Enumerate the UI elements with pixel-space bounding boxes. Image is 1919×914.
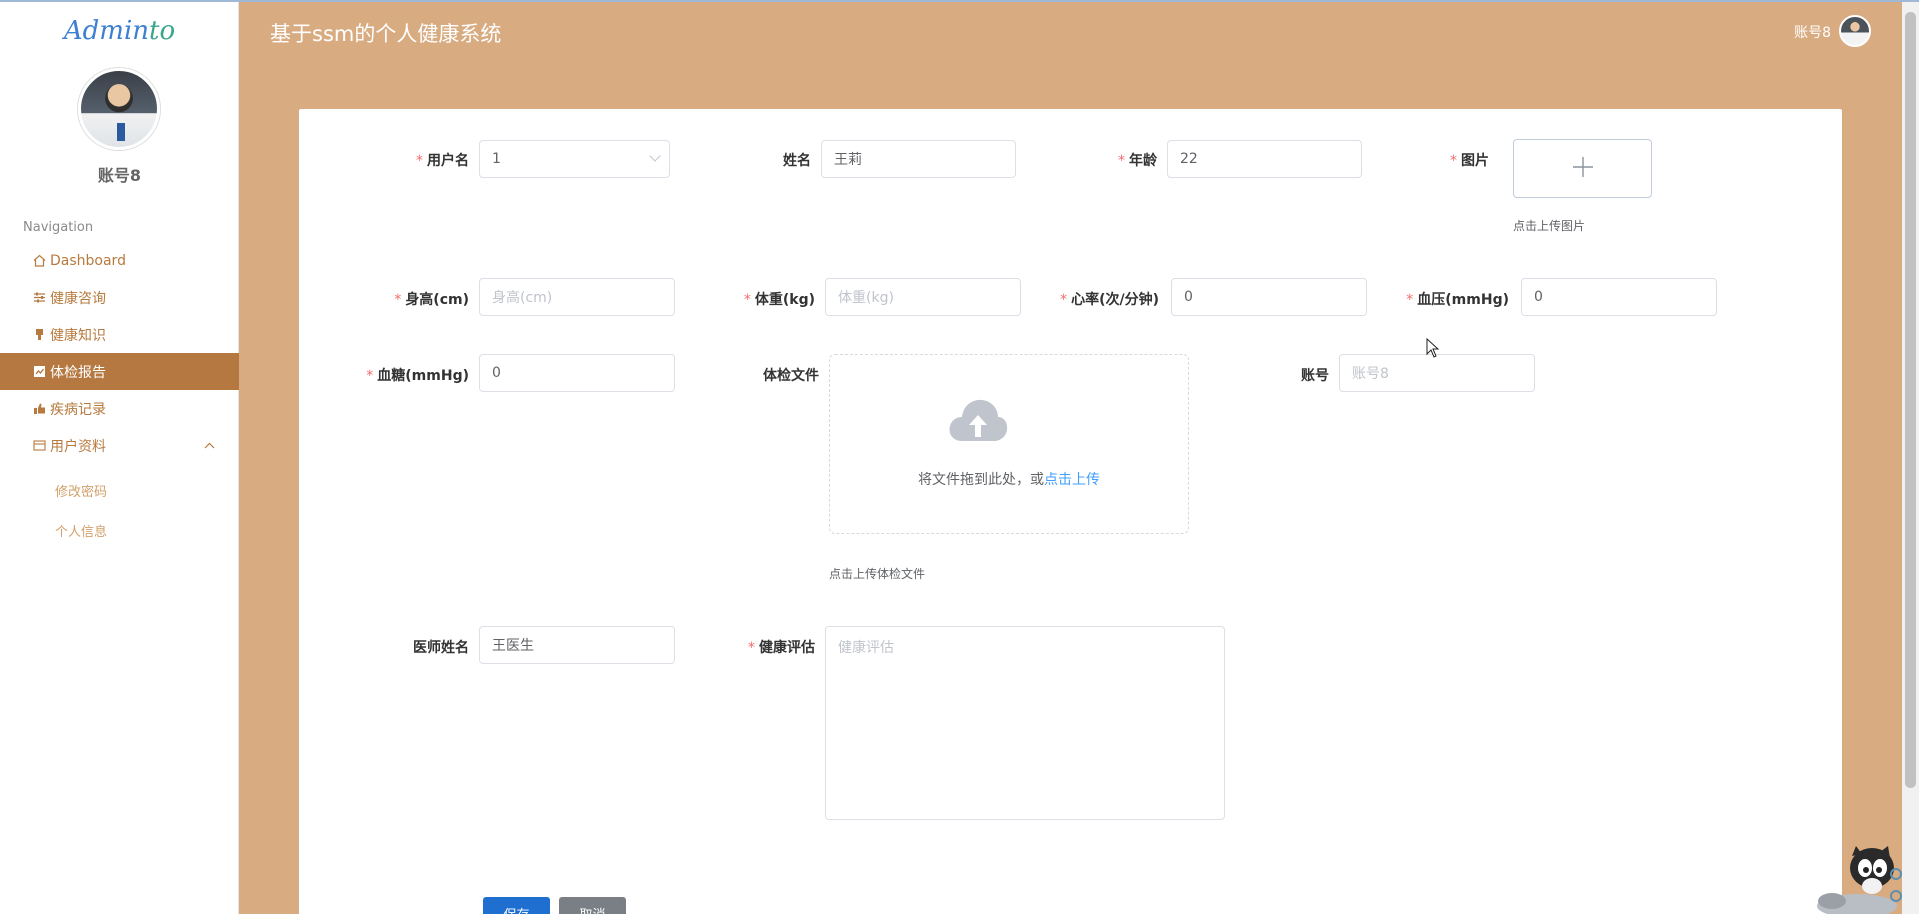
evaluation-textarea[interactable]: 健康评估 [825,626,1225,820]
thumb-icon [32,402,46,416]
header-username[interactable]: 账号8 [1794,22,1831,42]
sidebar-username: 账号8 [97,166,142,185]
height-placeholder: 身高(cm) [492,290,553,306]
name-value: 王莉 [834,152,862,168]
brand-logo[interactable]: Adminto [0,16,239,46]
heart-rate-label: * 心率(次/分钟) [1060,292,1159,308]
top-border [0,0,1919,2]
username-select[interactable]: 1 [479,140,670,178]
evaluation-placeholder: 健康评估 [838,640,894,656]
blood-pressure-label: * 血压(mmHg) [1406,292,1509,308]
sidebar-item-health-knowledge[interactable]: 健康知识 [0,316,239,353]
nav-title: Navigation [23,220,94,235]
heart-rate-value: 0 [1184,289,1193,305]
sliders-icon [32,291,46,305]
sidebar-item-label: 体检报告 [50,364,106,381]
weight-placeholder: 体重(kg) [838,290,894,306]
sidebar-item-health-consult[interactable]: 健康咨询 [0,279,239,316]
sidebar-item-label: 疾病记录 [50,401,106,418]
sidebar-item-label: 用户资料 [50,438,106,455]
file-upload-link[interactable]: 点击上传 [1044,472,1100,488]
account-label: 账号 [1301,368,1329,384]
cloud-upload-icon [948,397,1008,443]
doctor-input[interactable]: 王医生 [479,626,675,664]
evaluation-label: * 健康评估 [748,640,815,656]
image-upload-tip: 点击上传图片 [1513,219,1586,233]
cancel-button[interactable]: 取消 [559,897,626,914]
chevron-up-icon [204,439,215,452]
username-value: 1 [492,151,501,167]
mouse-cursor-icon [1426,337,1440,362]
exam-file-label: 体检文件 [763,368,819,384]
weight-label: * 体重(kg) [743,292,815,308]
save-button[interactable]: 保存 [483,897,550,914]
avatar[interactable] [78,68,160,150]
sidebar-subitem-change-password[interactable]: 修改密码 [0,470,239,510]
plus-icon [1572,151,1594,186]
blood-pressure-value: 0 [1534,289,1543,305]
marker-icon [32,328,46,342]
sidebar-item-disease-record[interactable]: 疾病记录 [0,390,239,427]
brand-part2: to [149,16,176,46]
username-label: * 用户名 [416,153,469,169]
page-scrollbar[interactable] [1902,0,1919,914]
card-icon [32,439,46,453]
sidebar-nav: Dashboard 健康咨询 健康知识 体检报告 疾病记录 用户资料 修改密码 … [0,242,239,550]
file-drag-upload[interactable]: 将文件拖到此处，或点击上传 [829,354,1189,534]
height-label: * 身高(cm) [394,292,469,308]
image-label: * 图片 [1450,153,1489,169]
form-card: * 用户名 1 姓名 王莉 * 年龄 22 * 图片 点击上传图片 * 身高(cm) 身… [299,109,1842,914]
image-upload-button[interactable] [1513,139,1652,198]
height-input[interactable]: 身高(cm) [479,278,675,316]
sidebar-item-exam-report[interactable]: 体检报告 [0,353,239,390]
name-label: 姓名 [783,153,811,169]
sidebar-item-dashboard[interactable]: Dashboard [0,242,239,279]
sidebar-item-user-profile[interactable]: 用户资料 [0,427,239,464]
exam-file-tip: 点击上传体检文件 [829,567,926,581]
blood-sugar-input[interactable]: 0 [479,354,675,392]
home-icon [32,254,46,268]
age-input[interactable]: 22 [1167,140,1362,178]
sidebar: Adminto 账号8 Navigation Dashboard 健康咨询 健康… [0,0,239,914]
sidebar-item-label: 健康咨询 [50,290,106,307]
header-avatar[interactable] [1839,15,1871,47]
sidebar-item-label: Dashboard [50,252,126,269]
chevron-down-icon [649,150,661,162]
sidebar-subitem-personal-info[interactable]: 个人信息 [0,510,239,550]
blood-sugar-value: 0 [492,365,501,381]
blood-sugar-label: * 血糖(mmHg) [366,368,469,384]
scrollbar-thumb[interactable] [1905,12,1916,788]
age-label: * 年龄 [1118,153,1157,169]
sidebar-item-label: 健康知识 [50,327,106,344]
page-title: 基于ssm的个人健康系统 [270,22,502,46]
doctor-value: 王医生 [492,638,534,654]
name-input[interactable]: 王莉 [821,140,1016,178]
heart-rate-input[interactable]: 0 [1171,278,1367,316]
account-placeholder: 账号8 [1352,366,1389,382]
brand-part1: Admin [63,16,150,46]
mascot-widget-icon[interactable] [1812,846,1902,914]
doctor-label: 医师姓名 [413,640,469,656]
file-drag-text: 将文件拖到此处，或点击上传 [918,472,1100,488]
chart-icon [32,365,46,379]
blood-pressure-input[interactable]: 0 [1521,278,1717,316]
weight-input[interactable]: 体重(kg) [825,278,1021,316]
age-value: 22 [1180,151,1198,167]
